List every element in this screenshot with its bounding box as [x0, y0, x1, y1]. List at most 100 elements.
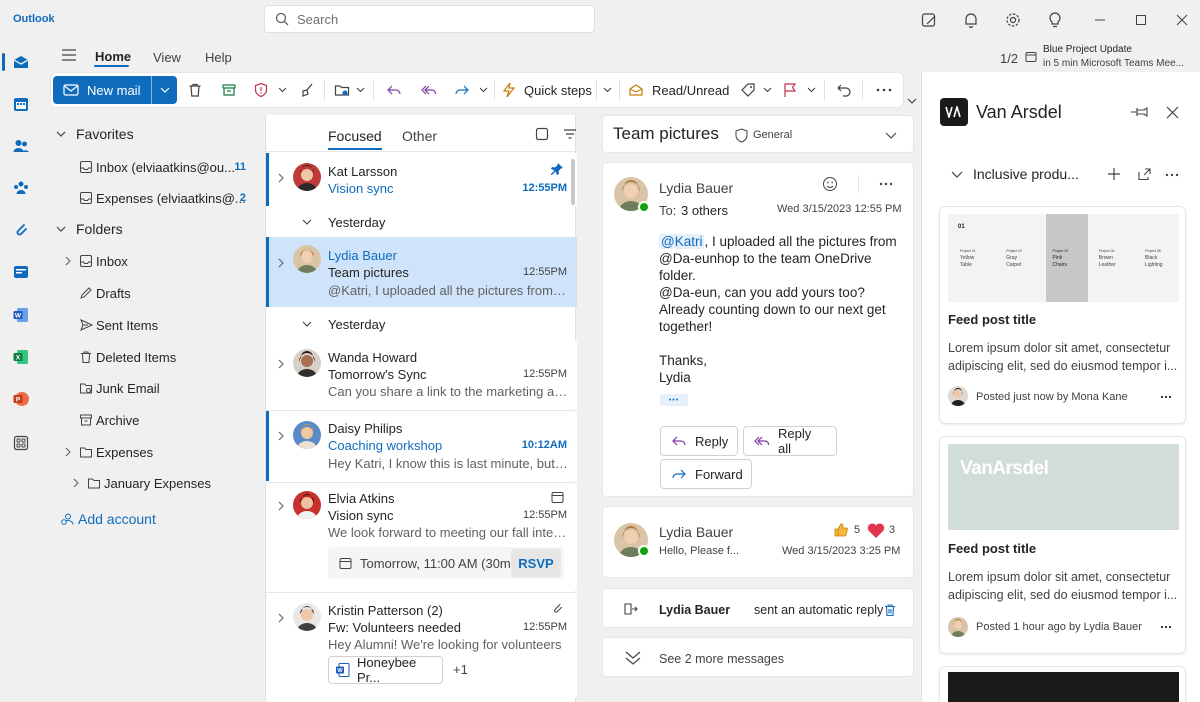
forward-chevron-down-icon[interactable]: [477, 80, 489, 100]
feed-card[interactable]: 01 Project 01 Yellow Table Project 02 Gray C…: [939, 206, 1186, 424]
tab-other[interactable]: Other: [402, 128, 437, 144]
chevron-right-icon[interactable]: [278, 501, 284, 511]
favorites-header[interactable]: Favorites: [50, 120, 260, 148]
folder-expenses[interactable]: Expenses: [60, 438, 270, 466]
sweep-broom-icon[interactable]: [298, 80, 316, 100]
word-app-icon[interactable]: W: [8, 302, 34, 328]
tag-chevron-down-icon[interactable]: [761, 80, 773, 100]
new-mail-dropdown[interactable]: [152, 76, 177, 104]
rsvp-button[interactable]: RSVP: [511, 549, 561, 577]
chevron-right-icon[interactable]: [278, 431, 284, 441]
list-item[interactable]: Kat Larsson Vision sync 12:55PM: [266, 153, 577, 206]
more-options-icon[interactable]: [874, 80, 894, 100]
archive-icon[interactable]: [220, 80, 238, 100]
forward-button[interactable]: Forward: [660, 459, 752, 489]
folder-sent[interactable]: Sent Items: [76, 311, 286, 339]
select-mode-icon[interactable]: [534, 126, 550, 142]
delete-icon[interactable]: [186, 80, 204, 100]
mail-app-icon[interactable]: [8, 49, 34, 75]
more-attachments-count[interactable]: +1: [453, 662, 468, 677]
message-card-collapsed[interactable]: Lydia Bauer Hello, Please f... 5 3 Wed 3…: [602, 506, 914, 578]
forward-icon[interactable]: [453, 80, 471, 100]
list-item[interactable]: Daisy Philips Coaching workshop 10:12AM …: [266, 411, 577, 481]
list-item-selected[interactable]: Lydia Bauer Team pictures 12:55PM @Katri…: [266, 237, 577, 307]
reply-icon[interactable]: [385, 80, 403, 100]
reply-button[interactable]: Reply: [660, 426, 738, 456]
report-chevron-down-icon[interactable]: [276, 80, 288, 100]
ribbon-expand-chevron-icon[interactable]: [906, 96, 918, 106]
tab-help[interactable]: Help: [205, 50, 232, 65]
gear-icon[interactable]: [1003, 10, 1023, 30]
move-to-folder-icon[interactable]: [333, 80, 351, 100]
hamburger-menu-icon[interactable]: [60, 46, 78, 64]
show-trimmed-content-button[interactable]: •••: [660, 394, 688, 406]
notification-title[interactable]: Blue Project Update: [1043, 44, 1132, 55]
delete-icon[interactable]: [882, 602, 898, 618]
folder-deleted[interactable]: Deleted Items: [76, 343, 286, 371]
list-item[interactable]: Elvia Atkins Vision sync 12:55PM We look…: [266, 483, 577, 591]
more-options-icon[interactable]: [1164, 172, 1180, 178]
tab-home[interactable]: Home: [95, 49, 131, 64]
lightbulb-icon[interactable]: [1045, 10, 1065, 30]
feed-card[interactable]: [939, 666, 1186, 702]
bookings-app-icon[interactable]: [8, 259, 34, 285]
see-more-messages[interactable]: See 2 more messages: [602, 637, 914, 677]
chevron-right-icon[interactable]: [278, 613, 284, 623]
flag-chevron-down-icon[interactable]: [805, 80, 817, 100]
add-account-link[interactable]: Add account: [58, 505, 268, 533]
thumbs-up-icon[interactable]: [832, 521, 850, 539]
group-header-yesterday[interactable]: Yesterday: [266, 309, 577, 339]
chevron-right-icon[interactable]: [278, 173, 284, 183]
flag-icon[interactable]: [781, 80, 799, 100]
heart-icon[interactable]: [865, 520, 887, 540]
compose-note-icon[interactable]: [919, 10, 939, 30]
group-header-yesterday[interactable]: Yesterday: [266, 207, 577, 237]
quick-steps-chevron-down-icon[interactable]: [601, 80, 613, 100]
maximize-icon[interactable]: [1131, 10, 1151, 30]
new-mail-button[interactable]: New mail: [53, 76, 177, 104]
to-recipients[interactable]: 3 others: [681, 203, 728, 218]
reply-all-icon[interactable]: [420, 80, 438, 100]
close-window-icon[interactable]: [1172, 10, 1192, 30]
close-panel-icon[interactable]: [1164, 104, 1180, 120]
search-box[interactable]: [264, 5, 595, 33]
emoji-react-icon[interactable]: [821, 175, 839, 193]
folder-inbox[interactable]: Inbox: [60, 247, 270, 275]
folder-january-expenses[interactable]: January Expenses: [68, 469, 278, 497]
folders-header[interactable]: Folders: [50, 215, 260, 243]
more-options-icon[interactable]: [877, 181, 895, 187]
share-icon[interactable]: [1136, 166, 1152, 182]
undo-icon[interactable]: [835, 80, 853, 100]
tag-icon[interactable]: [739, 80, 757, 100]
folder-drafts[interactable]: Drafts: [76, 279, 286, 307]
mention-katri[interactable]: @Katri: [659, 234, 705, 249]
pin-panel-icon[interactable]: [1130, 103, 1150, 121]
calendar-app-icon[interactable]: [8, 91, 34, 117]
chevron-down-icon[interactable]: [950, 168, 964, 180]
feed-card[interactable]: VanArsdel Feed post title Lorem ipsum do…: [939, 436, 1186, 654]
report-shield-icon[interactable]: [252, 80, 270, 100]
tab-view[interactable]: View: [153, 50, 181, 65]
attachment-chip[interactable]: W Honeybee Pr...: [328, 655, 443, 685]
attachment-app-icon[interactable]: [8, 217, 34, 243]
add-icon[interactable]: [1106, 166, 1122, 182]
excel-app-icon[interactable]: X: [8, 344, 34, 370]
move-chevron-down-icon[interactable]: [354, 80, 366, 100]
chevron-down-icon[interactable]: [884, 129, 898, 141]
folder-junk[interactable]: Junk Email: [76, 374, 286, 402]
filter-icon[interactable]: [562, 126, 578, 142]
new-mail-main[interactable]: New mail: [53, 76, 151, 104]
feed-post-title[interactable]: Feed post title: [948, 312, 1036, 327]
list-item[interactable]: Kristin Patterson (2) Fw: Volunteers nee…: [266, 593, 577, 698]
pin-icon[interactable]: [549, 161, 565, 177]
auto-reply-notice[interactable]: Lydia Bauer sent an automatic reply: [602, 588, 914, 628]
chevron-right-icon[interactable]: [278, 359, 284, 369]
chevron-right-icon[interactable]: [278, 258, 284, 268]
powerpoint-app-icon[interactable]: P: [8, 386, 34, 412]
read-unread-button[interactable]: Read/Unread: [628, 80, 729, 100]
sensitivity-label[interactable]: General: [753, 129, 792, 141]
minimize-icon[interactable]: [1090, 10, 1110, 30]
more-apps-icon[interactable]: [8, 430, 34, 456]
favorite-inbox[interactable]: Inbox (elviaatkins@ou... 11: [76, 153, 256, 181]
bell-icon[interactable]: [961, 10, 981, 30]
